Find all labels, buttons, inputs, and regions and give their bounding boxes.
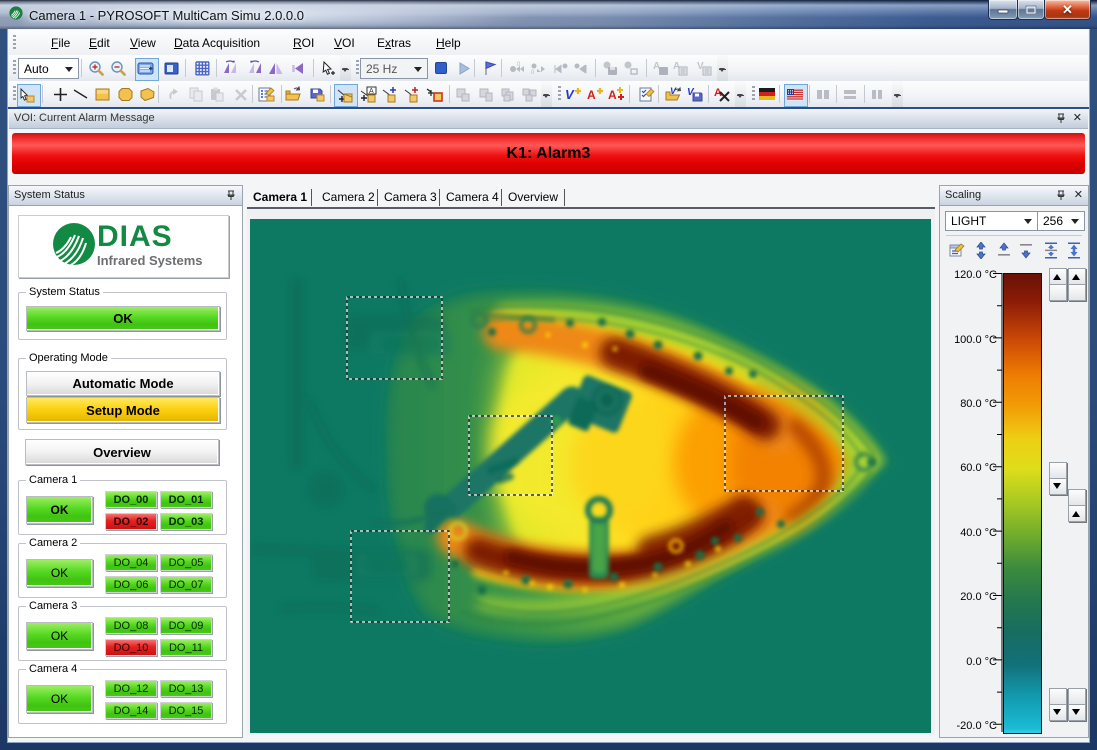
- svg-text:A: A: [608, 88, 617, 102]
- svg-text:V: V: [565, 87, 575, 102]
- svg-text:A: A: [587, 88, 596, 102]
- svg-text:A: A: [369, 88, 374, 95]
- svg-text:0: 0: [517, 62, 521, 68]
- svg-text:V: V: [670, 86, 677, 96]
- svg-text:0: 0: [531, 70, 535, 76]
